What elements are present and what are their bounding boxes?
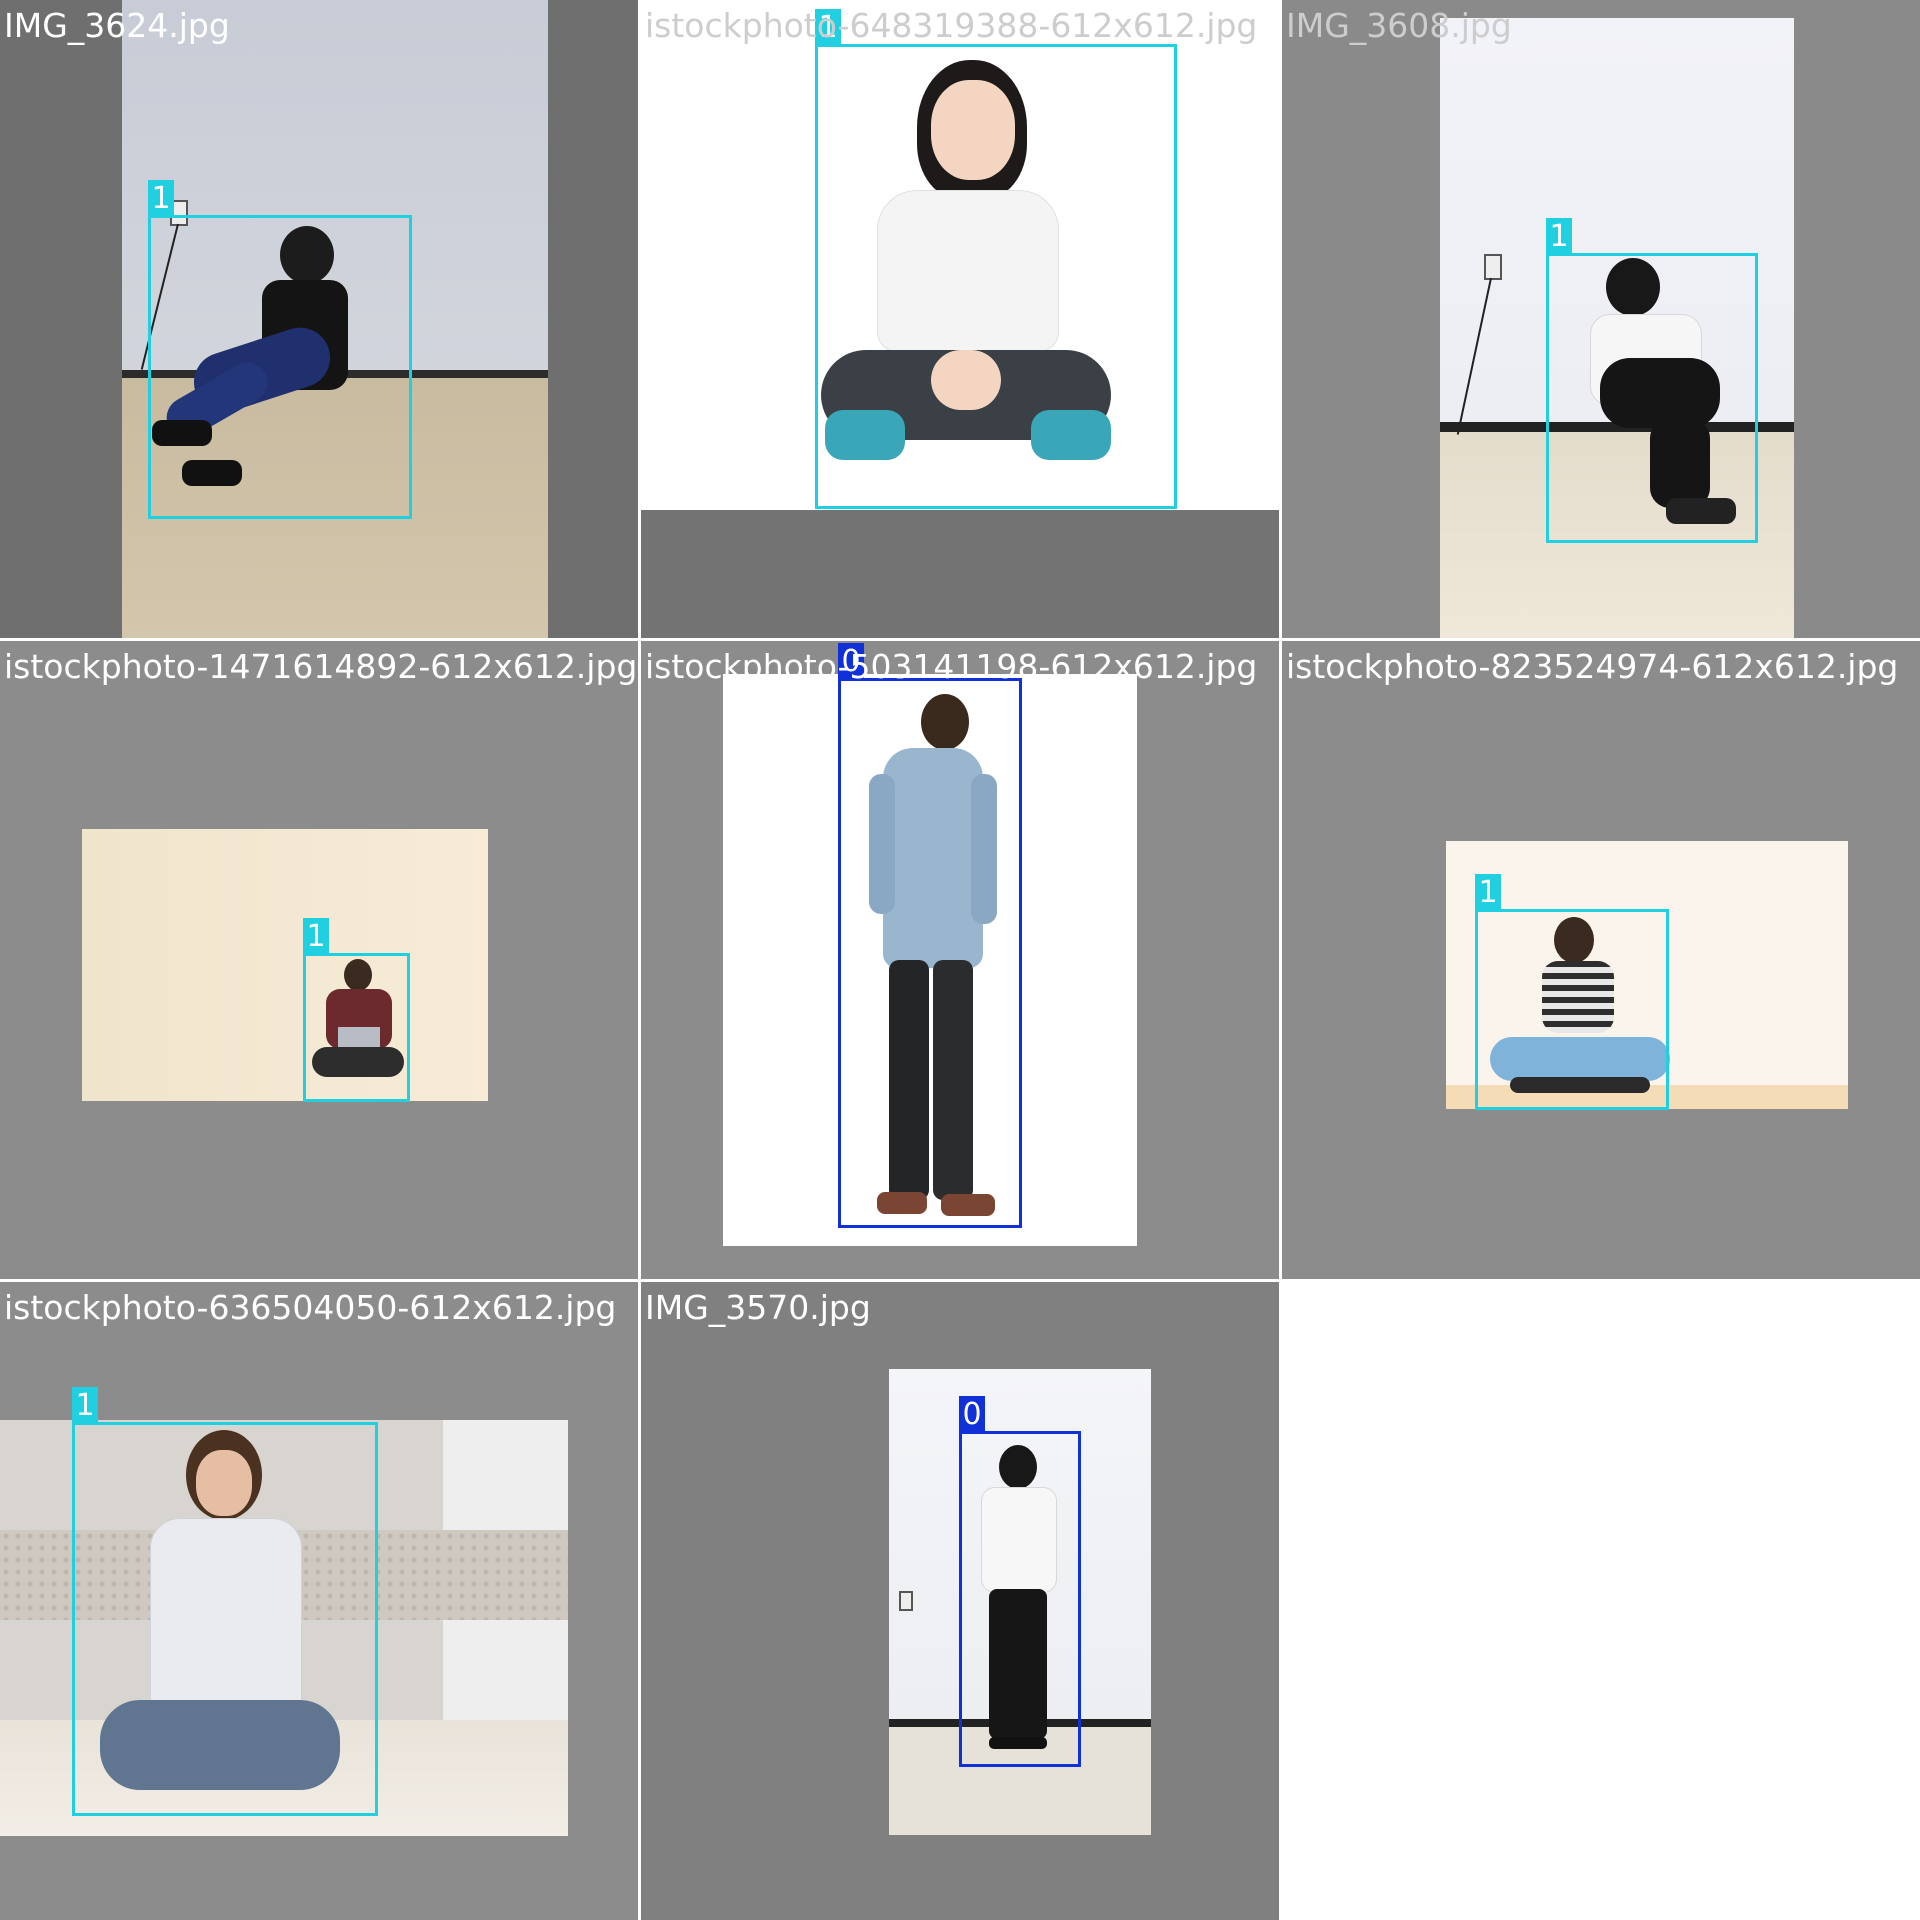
bounding-box-class-0[interactable]: 0 <box>959 1396 1081 1767</box>
class-label: 1 <box>72 1387 98 1423</box>
bounding-box-class-1[interactable]: 1 <box>815 9 1177 509</box>
image-filename: istockphoto-823524974-612x612.jpg <box>1286 647 1899 686</box>
class-label: 1 <box>1546 218 1572 254</box>
mosaic-tile-2[interactable]: 1 istockphoto-648319388-612x612.jpg <box>641 0 1279 638</box>
mosaic-tile-1[interactable]: 1 IMG_3624.jpg <box>0 0 638 638</box>
image-filename: istockphoto-1471614892-612x612.jpg <box>4 647 638 686</box>
bounding-box-class-1[interactable]: 1 <box>1546 218 1758 543</box>
mosaic-tile-6[interactable]: 1 istockphoto-823524974-612x612.jpg <box>1282 641 1920 1279</box>
mosaic-tile-7[interactable]: 1 istockphoto-636504050-612x612.jpg <box>0 1282 638 1920</box>
bounding-box-class-1[interactable]: 1 <box>148 180 412 519</box>
bounding-box-class-0[interactable]: 0 <box>838 643 1022 1228</box>
class-label: 1 <box>148 180 174 216</box>
mosaic-tile-4[interactable]: 1 istockphoto-1471614892-612x612.jpg <box>0 641 638 1279</box>
mosaic-tile-8[interactable]: 0 IMG_3570.jpg <box>641 1282 1279 1920</box>
bounding-box-class-1[interactable]: 1 <box>72 1387 378 1816</box>
mosaic-tile-3[interactable]: 1 IMG_3608.jpg <box>1282 0 1920 638</box>
bounding-box-class-1[interactable]: 1 <box>1475 874 1669 1110</box>
image-filename: istockphoto-503141198-612x612.jpg <box>645 647 1258 686</box>
image-filename: istockphoto-636504050-612x612.jpg <box>4 1288 617 1327</box>
photo-thumbnail <box>82 829 488 1101</box>
image-filename: IMG_3608.jpg <box>1286 6 1512 45</box>
image-filename: IMG_3624.jpg <box>4 6 230 45</box>
class-label: 1 <box>303 918 329 954</box>
image-filename: IMG_3570.jpg <box>645 1288 871 1327</box>
class-label: 0 <box>959 1396 985 1432</box>
class-label: 1 <box>1475 874 1501 910</box>
bounding-box-class-1[interactable]: 1 <box>303 918 410 1102</box>
image-filename: istockphoto-648319388-612x612.jpg <box>645 6 1258 45</box>
mosaic-tile-5[interactable]: 0 istockphoto-503141198-612x612.jpg <box>641 641 1279 1279</box>
empty-mosaic-cell <box>1282 1282 1920 1920</box>
